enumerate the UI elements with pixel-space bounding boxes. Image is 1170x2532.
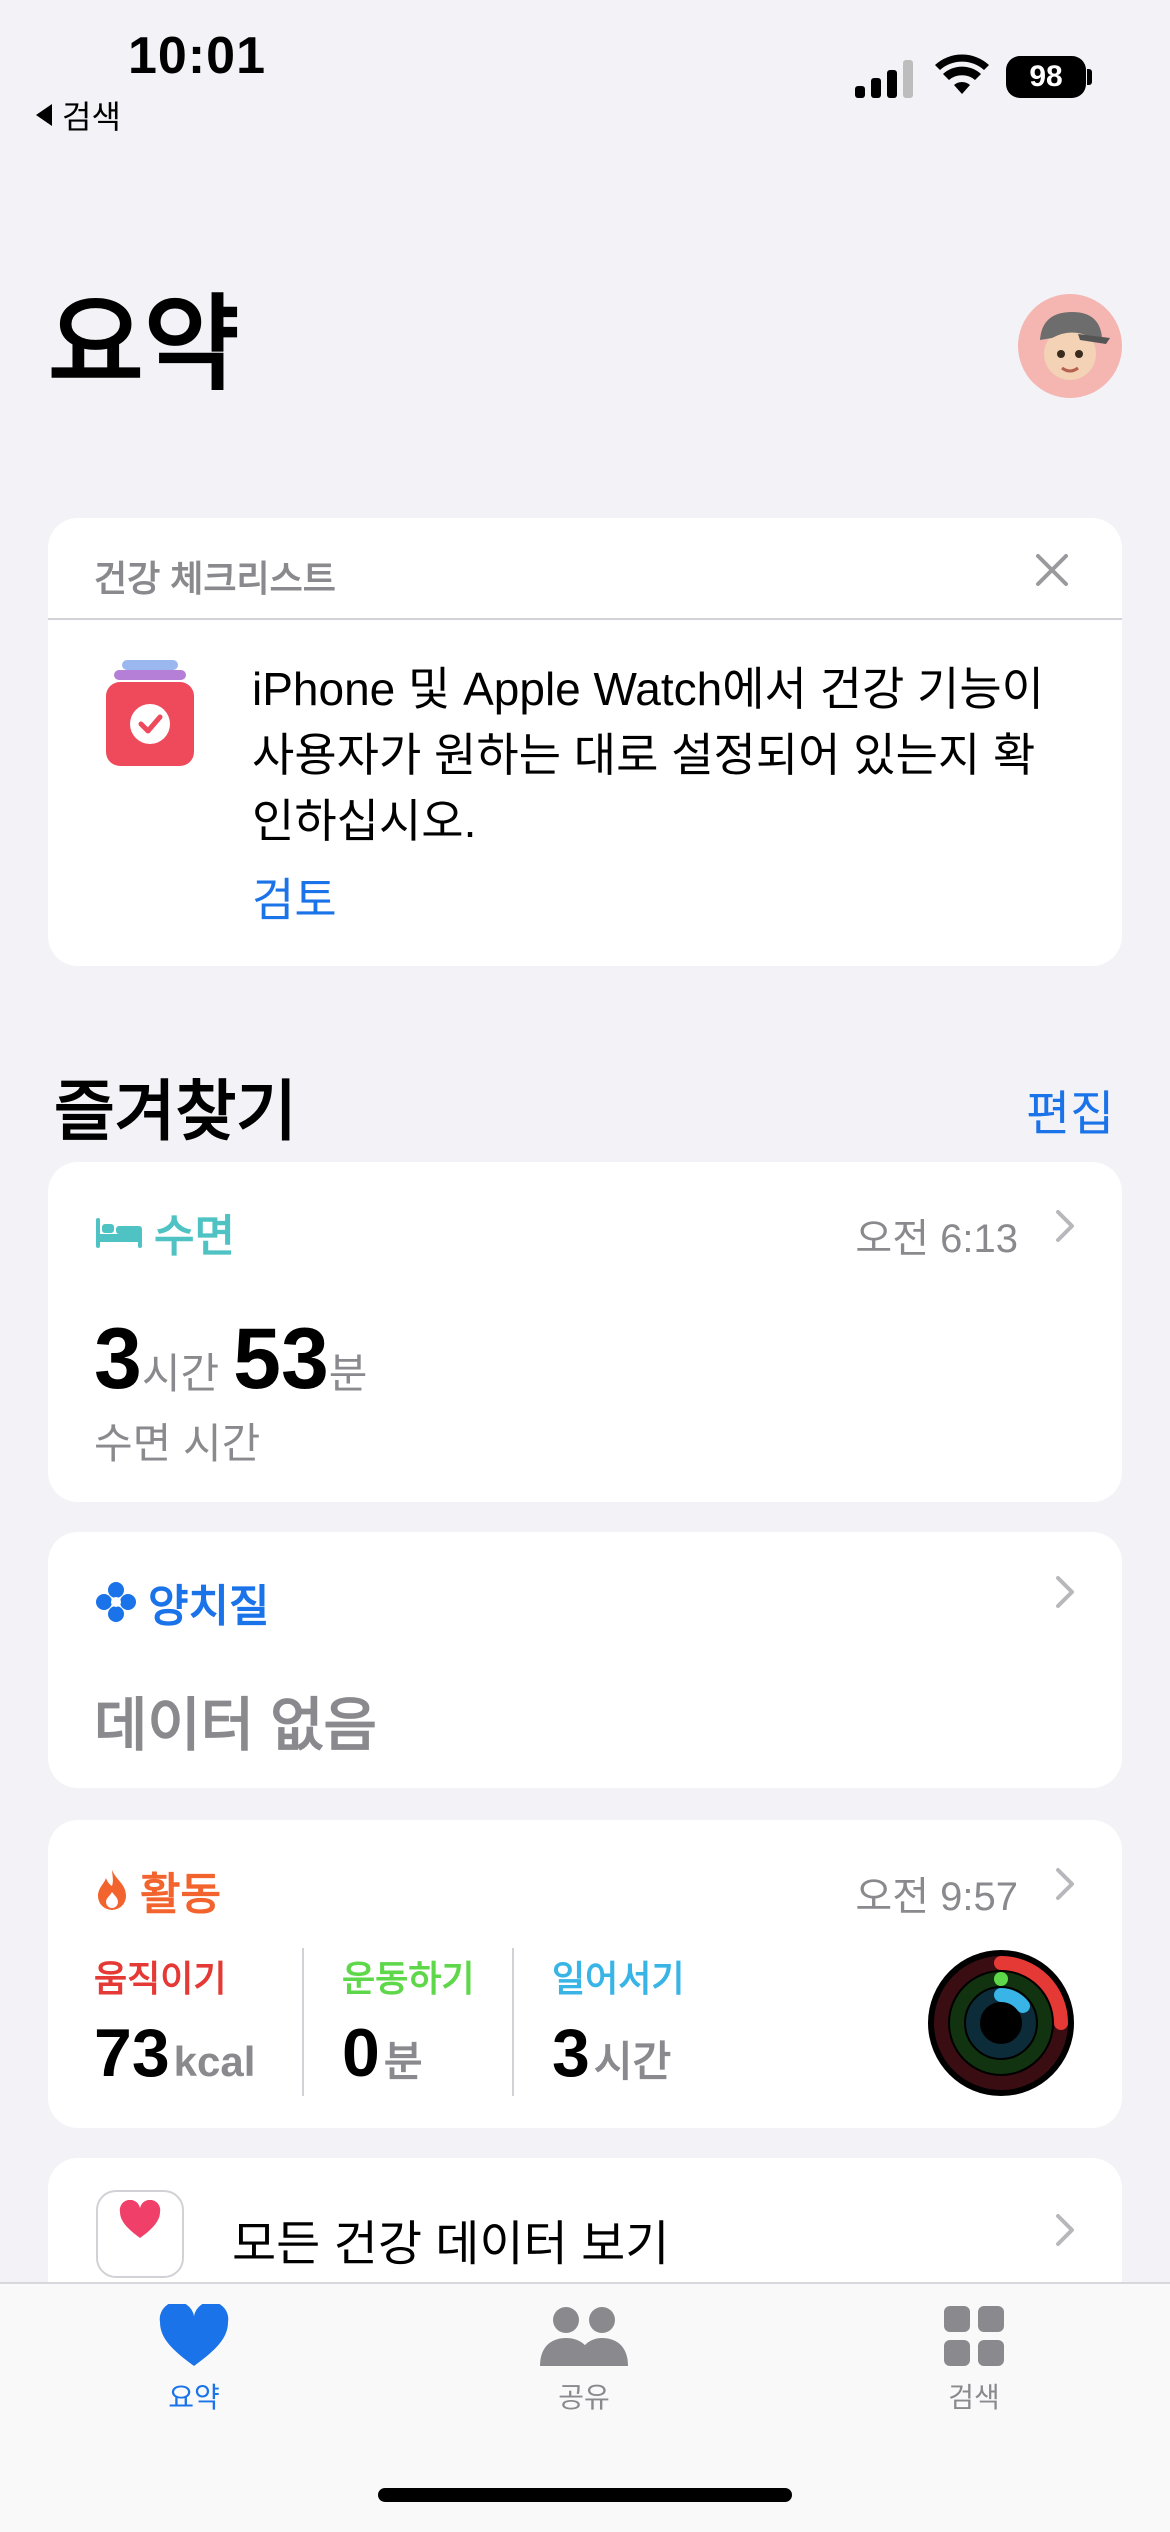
edit-favorites-button[interactable]: 편집 [1026,1074,1114,1144]
activity-timestamp: 오전 9:57 [855,1875,1018,1919]
tab-sharing-label: 공유 [558,2382,610,2413]
checklist-description: iPhone 및 Apple Watch에서 건강 기능이 사용자가 원하는 대… [252,663,1045,847]
metric-divider [512,1948,514,2096]
exercise-value: 0 분 [342,2014,474,2092]
sleep-card[interactable]: 수면 오전 6:13 3 시간 53 분 수면 시간 [48,1162,1122,1502]
tab-browse-label: 검색 [948,2382,1000,2413]
move-number: 73 [94,2015,170,2091]
people-icon [540,2307,628,2366]
divider [48,618,1122,620]
back-label: 검색 [62,99,121,135]
toothbrushing-title: 양치질 [148,1582,270,1631]
review-link[interactable]: 검토 [252,864,337,930]
battery-indicator: 98 [1006,56,1086,98]
stand-unit: 시간 [593,2038,672,2085]
toothbrushing-card[interactable]: 양치질 데이터 없음 [48,1532,1122,1788]
stand-number: 3 [552,2015,590,2091]
flame-icon [98,1870,126,1910]
toothbrushing-card-header: 양치질 [94,1570,269,1634]
sleep-duration: 3 시간 53 분 [94,1310,381,1409]
sleep-card-header: 수면 [94,1200,235,1264]
status-time: 10:01 [128,27,266,85]
tab-sharing[interactable]: 공유 [484,2304,684,2416]
heart-icon [119,2200,161,2238]
battery-tip [1087,69,1092,85]
health-app-icon [96,2190,184,2278]
chevron-right-icon [1056,1868,1074,1900]
move-label: 움직이기 [94,1958,227,1999]
back-arrow-icon [36,104,52,126]
sleep-hours: 3 [94,1311,142,1407]
back-to-search-link[interactable]: 검색 [36,92,121,138]
chevron-right-icon [1056,1576,1074,1608]
checklist-icon [106,660,194,766]
checklist-label: 건강 체크리스트 [94,558,336,599]
tab-browse[interactable]: 검색 [874,2304,1074,2416]
tab-summary-label: 요약 [168,2382,220,2413]
move-value: 73 kcal [94,2014,269,2092]
sleep-caption: 수면 시간 [94,1420,261,1467]
no-data-text: 데이터 없음 [94,1693,377,1758]
chevron-right-icon [1056,1210,1074,1242]
exercise-number: 0 [342,2015,380,2091]
sleep-hours-unit: 시간 [141,1350,220,1397]
memoji-avatar-icon [1040,312,1110,380]
sleep-timestamp: 오전 6:13 [855,1217,1018,1261]
chevron-right-icon [1056,2214,1074,2246]
bed-icon [96,1218,142,1248]
page-title: 요약 [48,287,240,403]
close-icon[interactable] [1032,550,1072,590]
toothbrush-sparkle-icon [96,1582,136,1622]
activity-card[interactable]: 활동 오전 9:57 움직이기 73 kcal 운동하기 0 분 일어서기 3 … [48,1820,1122,2128]
stand-label: 일어서기 [552,1958,685,1999]
activity-card-header: 활동 [94,1858,221,1922]
all-health-data-label: 모든 건강 데이터 보기 [232,2218,670,2271]
favorites-heading: 즐겨찾기 [54,1074,297,1148]
cellular-signal-icon [855,58,913,98]
move-unit: kcal [173,2038,256,2085]
sleep-title: 수면 [154,1212,235,1261]
sleep-minutes-unit: 분 [328,1350,368,1397]
sleep-minutes: 53 [233,1311,329,1407]
move-metric: 움직이기 73 kcal [94,1950,269,2092]
exercise-unit: 분 [383,2038,423,2085]
health-checklist-card: 건강 체크리스트 iPhone 및 Apple Watch에서 건강 기능이 사… [48,518,1122,966]
heart-icon [159,2304,229,2366]
tab-summary[interactable]: 요약 [94,2304,294,2416]
exercise-label: 운동하기 [342,1958,475,1999]
activity-title: 활동 [140,1870,221,1919]
exercise-metric: 운동하기 0 분 [342,1950,474,2092]
metric-divider [302,1948,304,2096]
profile-avatar[interactable] [1018,294,1122,398]
grid-icon [944,2306,1004,2366]
stand-metric: 일어서기 3 시간 [552,1950,685,2092]
stand-value: 3 시간 [552,2014,685,2092]
home-indicator [378,2488,792,2502]
all-health-data-row[interactable]: 모든 건강 데이터 보기 [48,2158,1122,2288]
wifi-icon [935,54,989,94]
activity-rings-icon [928,1950,1074,2096]
